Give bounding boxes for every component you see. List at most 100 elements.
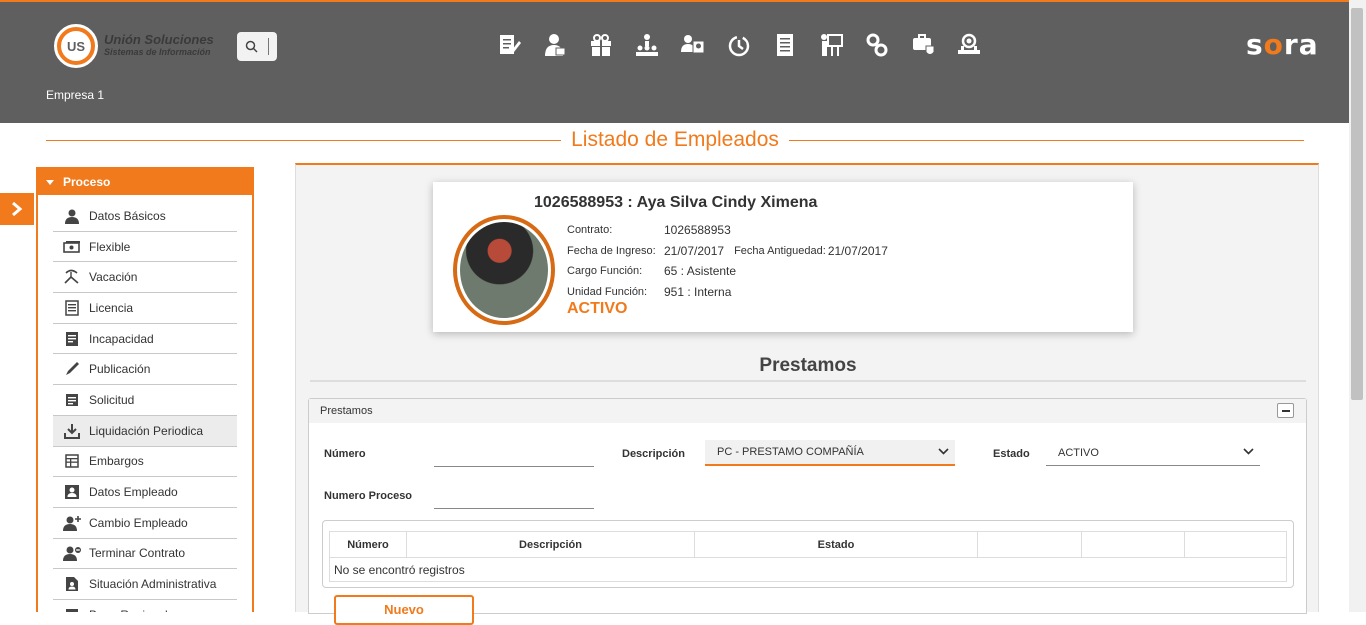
numero-label: Número — [324, 448, 366, 460]
prestamos-table-wrap: Número Descripción Estado No se encontró… — [322, 520, 1294, 588]
descripcion-label: Descripción — [622, 448, 685, 460]
sidebar-item-solicitud[interactable]: Solicitud — [53, 385, 237, 416]
antiguedad-value: 21/07/2017 — [827, 243, 888, 258]
sidebar-item-publicacion[interactable]: Publicación — [53, 354, 237, 386]
col-estado[interactable]: Estado — [694, 531, 978, 558]
search-button[interactable] — [237, 32, 277, 61]
logo-subtitle: Sistemas de Información — [104, 47, 211, 57]
process-sidebar: Proceso Datos Básicos Flexible Vacación Lic… — [36, 167, 254, 612]
sidebar-item-label: Incapacidad — [89, 331, 154, 346]
presentation-icon[interactable] — [808, 30, 854, 60]
panel-header: Prestamos — [309, 399, 1306, 423]
sidebar-item-cambio-empleado[interactable]: Cambio Empleado — [53, 508, 237, 539]
numero-proceso-input[interactable] — [434, 483, 594, 509]
sidebar-item-terminar-contrato[interactable]: Terminar Contrato — [53, 539, 237, 570]
sidebar-item-label: Publicación — [89, 362, 151, 377]
collapse-button[interactable] — [1277, 403, 1294, 418]
nuevo-button[interactable]: Nuevo — [334, 595, 474, 625]
main-content: 1026588953 : Aya Silva Cindy Ximena Cont… — [295, 163, 1319, 625]
prestamos-panel: Prestamos Número Descripción PC - PRESTA… — [308, 398, 1307, 625]
app-header: US Unión Soluciones Sistemas de Informac… — [0, 2, 1349, 123]
panel-title: Prestamos — [320, 405, 373, 417]
unidad-label: Unidad Función: — [567, 285, 648, 298]
col-numero[interactable]: Número — [329, 531, 407, 558]
request-icon — [63, 392, 81, 408]
estado-select[interactable]: ACTIVO — [1046, 440, 1260, 466]
page-title: Listado de Empleados — [561, 128, 789, 151]
sidebar-item-embargos[interactable]: Embargos — [53, 447, 237, 478]
pen-icon — [63, 361, 81, 377]
table-header-row: Número Descripción Estado — [329, 531, 1287, 558]
sidebar-item-datos-empleado[interactable]: Datos Empleado — [53, 477, 237, 508]
company-name: Empresa 1 — [46, 88, 105, 102]
person-remove-icon — [63, 545, 81, 562]
ingreso-label: Fecha de Ingreso: — [567, 244, 656, 257]
avatar — [453, 215, 555, 325]
main-nav — [486, 30, 992, 60]
employee-name: 1026588953 : Aya Silva Cindy Ximena — [534, 194, 818, 211]
chevron-down-icon — [938, 448, 949, 455]
company-logo[interactable]: US Unión Soluciones Sistemas de Informac… — [54, 24, 214, 68]
sidebar-item-label: Datos Empleado — [89, 485, 178, 500]
empty-message: No se encontró registros — [329, 557, 1287, 582]
sidebar-item-datos-basicos[interactable]: Datos Básicos — [53, 201, 237, 232]
col-descripcion[interactable]: Descripción — [406, 531, 695, 558]
sidebar-item-incapacidad[interactable]: Incapacidad — [53, 324, 237, 355]
numero-proceso-label: Numero Proceso — [324, 490, 413, 502]
person-add-icon — [63, 515, 81, 531]
gift-icon[interactable] — [578, 30, 624, 60]
scrollbar-thumb[interactable] — [1351, 8, 1363, 400]
contrato-value: 1026588953 — [664, 223, 731, 238]
antiguedad-label: Fecha Antiguedad: — [734, 244, 826, 257]
sidebar-item-flexible[interactable]: Flexible — [53, 232, 237, 263]
table-icon — [63, 453, 81, 469]
sidebar-item-label: Terminar Contrato — [89, 546, 186, 561]
medical-document-icon — [63, 331, 81, 347]
col-extra-2 — [1081, 531, 1185, 558]
numero-input[interactable] — [434, 441, 594, 467]
sidebar-item-liquidacion-periodica[interactable]: Liquidación Periodica — [53, 415, 237, 447]
recruitment-icon[interactable] — [946, 30, 992, 60]
sidebar-item-label: Solicitud — [89, 392, 135, 407]
report-icon[interactable] — [762, 30, 808, 60]
minus-icon — [1281, 409, 1290, 412]
sidebar-header[interactable]: Proceso — [38, 169, 252, 195]
prestamos-table: Número Descripción Estado No se encontró… — [329, 531, 1287, 582]
estado-value: ACTIVO — [1058, 446, 1099, 459]
sidebar-item-label: Licencia — [89, 300, 134, 315]
search-icon — [245, 40, 258, 53]
download-icon — [63, 423, 81, 439]
section-title: Prestamos — [759, 355, 857, 376]
sidebar-item-label: Liquidación Periodica — [89, 423, 204, 438]
sidebar-item-label: Vacación — [89, 270, 138, 285]
sidebar-item-label: Cambio Empleado — [89, 515, 188, 530]
person-icon — [63, 208, 81, 224]
sidebar-item-vacacion[interactable]: Vacación — [53, 262, 237, 294]
sara-logo: sora — [1246, 28, 1319, 61]
unidad-value: 951 : Interna — [664, 284, 732, 299]
section-divider — [310, 380, 1306, 382]
status-badge: ACTIVO — [567, 300, 628, 317]
sidebar-header-label: Proceso — [63, 175, 111, 189]
hierarchy-icon[interactable] — [624, 30, 670, 60]
chevron-right-icon — [12, 202, 23, 216]
logo-name: Unión Soluciones — [104, 32, 214, 47]
sidebar-item-bono-regional[interactable]: Bono Regional — [53, 600, 237, 612]
sidebar-item-situacion-administrativa[interactable]: Situación Administrativa — [53, 569, 237, 600]
documents-icon[interactable] — [486, 30, 532, 60]
id-card-icon — [63, 484, 81, 500]
col-extra-3 — [1184, 531, 1287, 558]
logo-badge: US — [54, 24, 98, 68]
employee-icon[interactable] — [532, 30, 578, 60]
beach-chair-icon — [63, 269, 81, 285]
sidebar-item-licencia[interactable]: Licencia — [53, 293, 237, 324]
timer-icon[interactable] — [716, 30, 762, 60]
gears-icon[interactable] — [854, 30, 900, 60]
caret-down-icon — [46, 179, 54, 185]
cargo-label: Cargo Función: — [567, 265, 643, 278]
sidebar-toggle-button[interactable] — [0, 193, 34, 225]
users-icon[interactable] — [670, 30, 716, 60]
descripcion-select[interactable]: PC - PRESTAMO COMPAÑÍA — [705, 440, 955, 466]
security-icon[interactable] — [900, 30, 946, 60]
sidebar-item-label: Bono Regional — [89, 608, 168, 612]
